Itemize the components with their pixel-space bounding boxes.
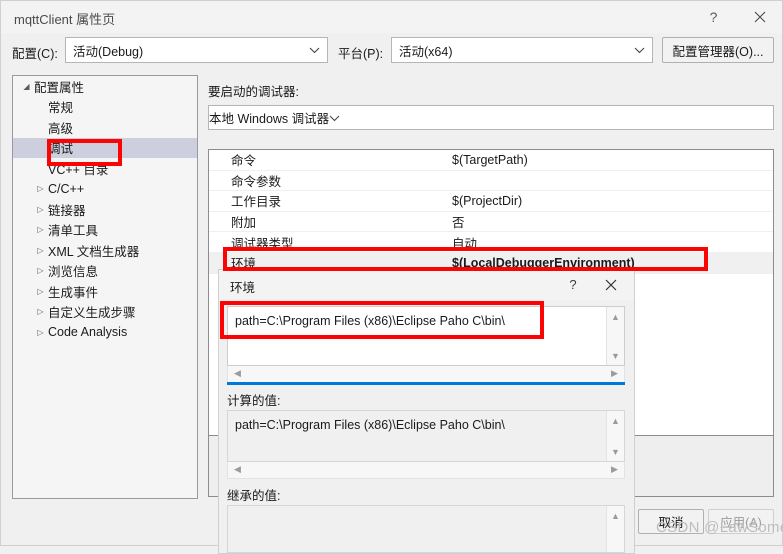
tree-item-label: Code Analysis — [48, 325, 128, 340]
platform-select[interactable]: 活动(x64) — [391, 37, 653, 63]
tree-item-label: 常规 — [48, 101, 74, 116]
property-value[interactable]: 否 — [452, 212, 465, 231]
tree-item-9[interactable]: ▷ 浏览信息 — [13, 261, 197, 282]
close-icon[interactable] — [737, 1, 782, 32]
scroll-left-icon[interactable]: ◀ — [229, 366, 246, 381]
tree-item-label: 链接器 — [48, 203, 86, 218]
tree-item-4[interactable]: VC++ 目录 — [13, 158, 197, 179]
tree-item-3[interactable]: 调试 — [13, 137, 197, 158]
properties-page-window: mqttClient 属性页 ? 配置(C): 活动(Debug) 平台(P):… — [0, 0, 783, 554]
evaluated-value-vscrollbar[interactable]: ▲ ▼ — [606, 411, 624, 461]
scroll-down-icon[interactable]: ▼ — [607, 443, 624, 460]
expander-icon[interactable]: ◢ — [13, 82, 33, 91]
environment-value-hscrollbar[interactable]: ◀ ▶ — [227, 366, 625, 383]
property-name: 命令参数 — [231, 174, 282, 189]
evaluated-value-hscrollbar[interactable]: ◀ ▶ — [227, 462, 625, 479]
property-row[interactable]: 命令参数 — [209, 171, 773, 192]
scroll-up-icon[interactable]: ▲ — [607, 507, 624, 524]
scroll-up-icon[interactable]: ▲ — [607, 308, 624, 325]
environment-dialog-title-bar: 环境 ? — [219, 270, 634, 300]
tree-item-7[interactable]: ▷ 清单工具 — [13, 220, 197, 241]
tree-item-label: 浏览信息 — [48, 265, 99, 280]
inherited-value-vscrollbar[interactable]: ▲ — [606, 506, 624, 552]
property-row[interactable]: 命令 $(TargetPath) — [209, 150, 773, 171]
property-name: 命令 — [231, 154, 257, 169]
scroll-left-icon[interactable]: ◀ — [229, 462, 246, 477]
evaluated-value-label: 计算的值: — [227, 394, 281, 408]
tree-item-12[interactable]: ▷ Code Analysis — [13, 322, 197, 343]
apply-button[interactable]: 应用(A) — [708, 509, 774, 534]
tree-item-label: 高级 — [48, 121, 74, 136]
scroll-right-icon[interactable]: ▶ — [606, 366, 623, 381]
tree-item-label: XML 文档生成器 — [48, 244, 140, 259]
configuration-tree[interactable]: ◢ 配置属性 常规 高级 调试 VC++ 目录 ▷ C/C++ ▷ 链接器 ▷ 清单工具 ▷ XML 文档… — [12, 75, 198, 499]
expander-icon[interactable]: ▷ — [13, 225, 47, 234]
chevron-down-icon — [634, 38, 645, 62]
tree-item-5[interactable]: ▷ C/C++ — [13, 179, 197, 200]
expander-icon[interactable]: ▷ — [13, 184, 47, 193]
platform-value: 活动(x64) — [399, 44, 453, 59]
property-name: 附加 — [231, 216, 257, 231]
help-icon[interactable]: ? — [691, 1, 736, 32]
chevron-down-icon — [329, 111, 340, 125]
environment-value-textarea[interactable]: path=C:\Program Files (x86)\Eclipse Paho… — [227, 306, 625, 366]
property-value[interactable]: $(ProjectDir) — [452, 194, 522, 208]
configuration-value: 活动(Debug) — [73, 44, 144, 59]
cancel-button[interactable]: 取消 — [638, 509, 704, 534]
scroll-down-icon[interactable]: ▼ — [607, 347, 624, 364]
property-name: 调试器类型 — [231, 236, 294, 251]
inherited-value-label: 继承的值: — [227, 489, 281, 503]
tree-item-11[interactable]: ▷ 自定义生成步骤 — [13, 302, 197, 323]
close-icon[interactable] — [592, 270, 630, 299]
configuration-manager-button[interactable]: 配置管理器(O)... — [662, 37, 774, 63]
environment-value-vscrollbar[interactable]: ▲ ▼ — [606, 307, 624, 365]
tree-item-1[interactable]: 常规 — [13, 97, 197, 118]
tree-item-label: 自定义生成步骤 — [48, 306, 136, 321]
debugger-to-launch-value: 本地 Windows 调试器 — [209, 112, 330, 126]
evaluated-value-text: path=C:\Program Files (x86)\Eclipse Paho… — [235, 418, 505, 432]
expander-icon[interactable]: ▷ — [13, 246, 47, 255]
configuration-label: 配置(C): — [12, 47, 58, 61]
focus-indicator-line — [227, 382, 625, 385]
tree-item-label: C/C++ — [48, 181, 85, 196]
configuration-select[interactable]: 活动(Debug) — [65, 37, 328, 63]
window-title: mqttClient 属性页 — [14, 12, 116, 27]
environment-dialog-title: 环境 — [230, 281, 256, 295]
property-row[interactable]: 附加 否 — [209, 212, 773, 233]
tree-item-label: VC++ 目录 — [48, 162, 109, 177]
evaluated-value-box: path=C:\Program Files (x86)\Eclipse Paho… — [227, 410, 625, 462]
expander-icon[interactable]: ▷ — [13, 307, 47, 316]
title-bar: mqttClient 属性页 ? — [1, 1, 782, 33]
tree-item-0[interactable]: ◢ 配置属性 — [13, 76, 197, 97]
property-value[interactable]: 自动 — [452, 233, 477, 252]
property-value[interactable]: $(TargetPath) — [452, 153, 528, 167]
tree-item-2[interactable]: 高级 — [13, 117, 197, 138]
scroll-right-icon[interactable]: ▶ — [606, 462, 623, 477]
tree-item-label: 清单工具 — [48, 224, 99, 239]
expander-icon[interactable]: ▷ — [13, 266, 47, 275]
debugger-to-launch-select[interactable]: 本地 Windows 调试器 — [208, 105, 774, 130]
expander-icon[interactable]: ▷ — [13, 205, 47, 214]
environment-dialog: 环境 ? path=C:\Program Files (x86)\Eclipse… — [218, 269, 635, 554]
tree-item-8[interactable]: ▷ XML 文档生成器 — [13, 240, 197, 261]
scroll-up-icon[interactable]: ▲ — [607, 412, 624, 429]
property-grid-rows: 命令 $(TargetPath) 命令参数 工作目录 $(ProjectDir) 附加否调… — [209, 150, 773, 274]
configuration-bar: 配置(C): 活动(Debug) 平台(P): 活动(x64) 配置管理器(O)… — [1, 34, 782, 70]
tree-item-label: 生成事件 — [48, 285, 99, 300]
property-value[interactable]: $(LocalDebuggerEnvironment) — [452, 256, 635, 270]
tree-item-label: 配置属性 — [34, 80, 85, 95]
tree-item-6[interactable]: ▷ 链接器 — [13, 199, 197, 220]
platform-label: 平台(P): — [338, 47, 384, 61]
debugger-to-launch-label: 要启动的调试器: — [208, 85, 299, 99]
expander-icon[interactable]: ▷ — [13, 287, 47, 296]
tree-item-10[interactable]: ▷ 生成事件 — [13, 281, 197, 302]
chevron-down-icon — [309, 38, 320, 62]
expander-icon[interactable]: ▷ — [13, 328, 47, 337]
help-icon[interactable]: ? — [554, 270, 592, 299]
property-name: 工作目录 — [231, 195, 282, 210]
property-row[interactable]: 调试器类型 自动 — [209, 232, 773, 253]
environment-value-text: path=C:\Program Files (x86)\Eclipse Paho… — [235, 314, 505, 328]
property-row[interactable]: 工作目录 $(ProjectDir) — [209, 191, 773, 212]
tree-item-label: 调试 — [48, 142, 74, 157]
